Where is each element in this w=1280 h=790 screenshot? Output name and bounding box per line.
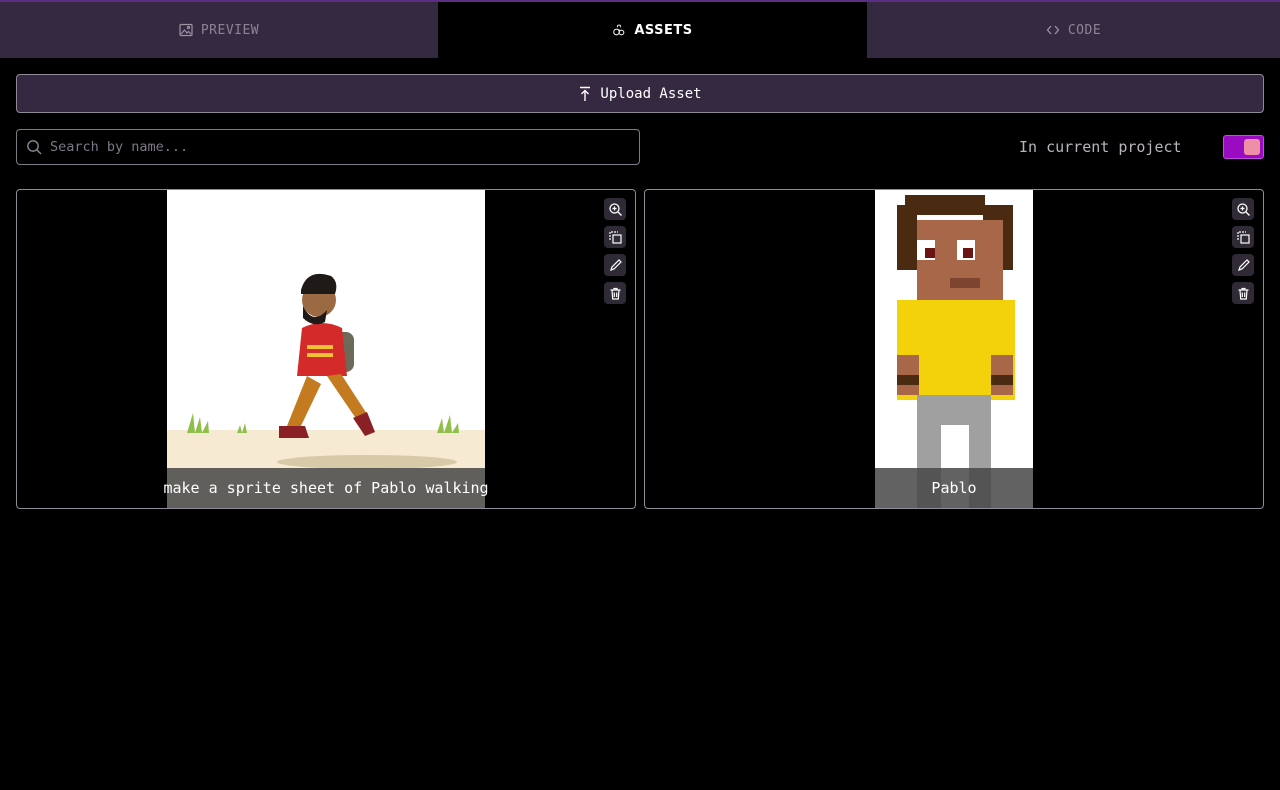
asset-thumbnail <box>875 190 1033 508</box>
zoom-in-button[interactable] <box>604 198 626 220</box>
tab-bar: PREVIEW ASSETS CODE <box>0 2 1280 58</box>
upload-icon <box>580 86 591 101</box>
trash-icon <box>1238 287 1248 300</box>
search-box <box>16 129 640 165</box>
in-current-project-label: In current project <box>1019 138 1182 156</box>
tab-preview-label: PREVIEW <box>200 22 260 38</box>
image-icon <box>179 23 193 37</box>
asset-caption-text: make a sprite sheet of Pablo walking <box>163 479 489 497</box>
tab-assets-label: ASSETS <box>634 22 693 38</box>
tab-code-label: CODE <box>1067 22 1102 38</box>
delete-button[interactable] <box>604 282 626 304</box>
asset-caption: make a sprite sheet of Pablo walking <box>163 468 489 508</box>
search-input[interactable] <box>50 139 610 155</box>
zoom-in-icon <box>608 202 622 216</box>
tab-preview[interactable]: PREVIEW <box>0 2 438 58</box>
zoom-in-button[interactable] <box>1232 198 1254 220</box>
edit-button[interactable] <box>604 254 626 276</box>
zoom-in-icon <box>1236 202 1250 216</box>
asset-caption-text: Pablo <box>931 479 977 497</box>
asset-actions <box>1232 198 1254 304</box>
asset-thumbnail <box>167 190 485 508</box>
asset-card[interactable]: Pablo <box>644 189 1264 509</box>
trash-icon <box>610 287 620 300</box>
code-icon <box>1046 23 1060 37</box>
delete-button[interactable] <box>1232 282 1254 304</box>
asset-actions <box>604 198 626 304</box>
in-current-project-toggle[interactable] <box>1223 135 1264 159</box>
edit-icon <box>609 258 622 271</box>
tab-code[interactable]: CODE <box>867 2 1280 58</box>
asset-caption: Pablo <box>875 468 1033 508</box>
toggle-knob <box>1244 139 1260 155</box>
copy-icon <box>1236 230 1250 244</box>
edit-button[interactable] <box>1232 254 1254 276</box>
upload-asset-label: Upload Asset <box>600 85 702 102</box>
copy-button[interactable] <box>604 226 626 248</box>
upload-asset-button[interactable]: Upload Asset <box>16 74 1264 113</box>
tab-assets[interactable]: ASSETS <box>438 2 867 58</box>
asset-card[interactable]: make a sprite sheet of Pablo walking <box>16 189 636 509</box>
search-icon <box>27 140 42 155</box>
assets-icon <box>612 23 626 37</box>
copy-button[interactable] <box>1232 226 1254 248</box>
copy-icon <box>608 230 622 244</box>
edit-icon <box>1237 258 1250 271</box>
